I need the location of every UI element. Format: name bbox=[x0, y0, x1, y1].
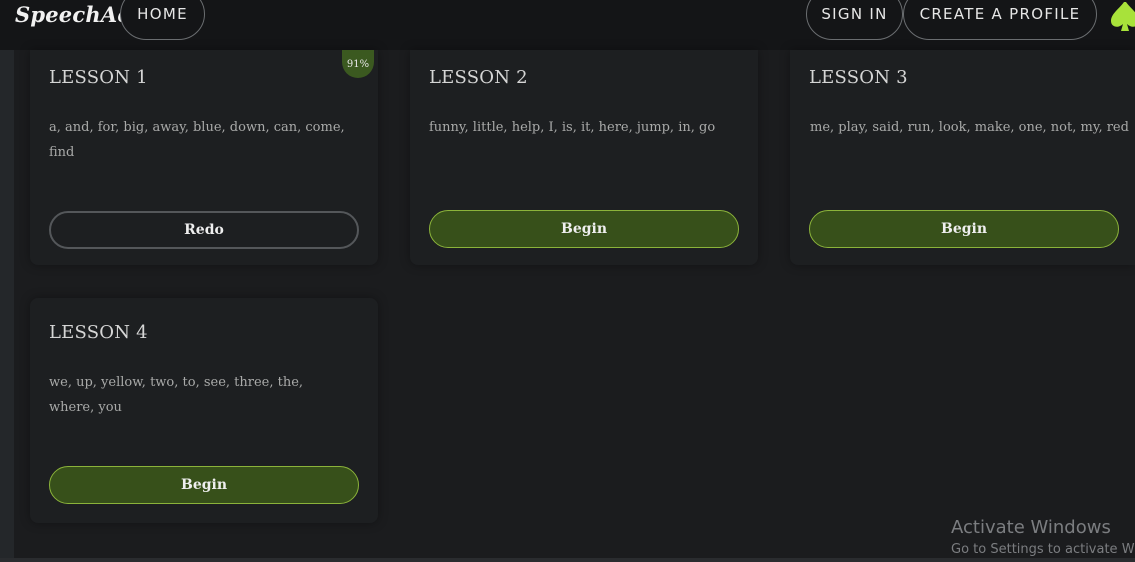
lesson-card-4: LESSON 4 we, up, yellow, two, to, see, t… bbox=[30, 298, 378, 523]
lesson-title: LESSON 2 bbox=[429, 67, 528, 88]
lesson-card-2: LESSON 2 funny, little, help, I, is, it,… bbox=[410, 50, 758, 265]
lesson-word-list: we, up, yellow, two, to, see, three, the… bbox=[49, 375, 304, 415]
begin-button[interactable]: Begin bbox=[49, 466, 359, 504]
home-nav-button[interactable]: HOME bbox=[120, 0, 205, 40]
lesson-word-list: funny, little, help, I, is, it, here, ju… bbox=[429, 120, 716, 135]
left-edge-strip bbox=[0, 50, 14, 562]
begin-button[interactable]: Begin bbox=[429, 210, 739, 248]
top-nav-bar: SpeechAce HOME SIGN IN CREATE A PROFILE bbox=[0, 0, 1135, 50]
spade-icon[interactable] bbox=[1110, 0, 1135, 34]
lesson-card-3: LESSON 3 me, play, said, run, look, make… bbox=[790, 50, 1135, 265]
activate-windows-subtitle: Go to Settings to activate W bbox=[951, 542, 1135, 557]
sign-in-button[interactable]: SIGN IN bbox=[806, 0, 903, 40]
lesson-title: LESSON 3 bbox=[809, 67, 908, 88]
lesson-card-1: LESSON 1 a, and, for, big, away, blue, d… bbox=[30, 50, 378, 265]
activate-windows-title: Activate Windows bbox=[951, 517, 1111, 538]
lesson-title: LESSON 4 bbox=[49, 322, 148, 343]
redo-button[interactable]: Redo bbox=[49, 211, 359, 249]
lesson-word-list: me, play, said, run, look, make, one, no… bbox=[810, 120, 1129, 135]
create-profile-button[interactable]: CREATE A PROFILE bbox=[903, 0, 1097, 40]
lesson-word-list: a, and, for, big, away, blue, down, can,… bbox=[49, 120, 345, 160]
lesson-title: LESSON 1 bbox=[49, 67, 148, 88]
bottom-edge-strip bbox=[0, 558, 1135, 562]
begin-button[interactable]: Begin bbox=[809, 210, 1119, 248]
